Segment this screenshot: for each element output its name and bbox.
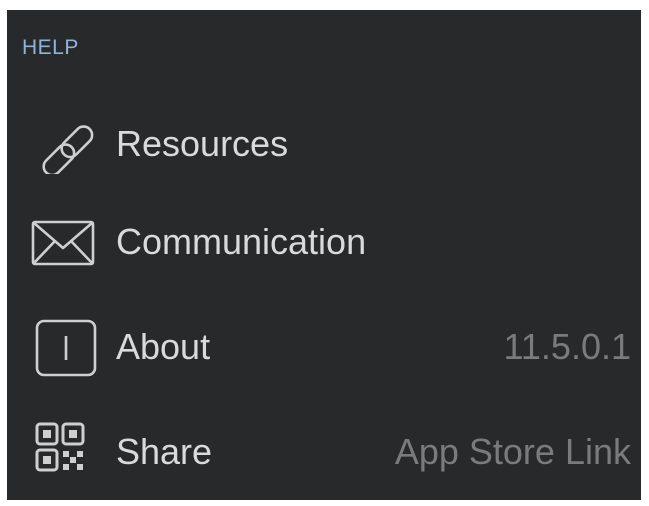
resources-label: Resources [116,123,289,164]
settings-row-resources[interactable]: Resources [7,114,641,174]
communication-label: Communication [116,221,367,262]
app-version-value: 11.5.0.1 [503,326,631,367]
share-label: Share [116,431,213,472]
settings-row-about[interactable]: About 11.5.0.1 [7,317,641,377]
section-header-help: HELP [22,36,79,59]
about-label: About [116,326,211,367]
settings-row-communication[interactable]: Communication [7,212,641,272]
envelope-icon [29,212,97,272]
help-settings-panel: HELP Resources Communication About 11.5.… [7,10,641,500]
app-store-link-value: App Store Link [394,431,631,472]
info-box-icon [29,317,97,377]
link-icon [29,114,97,174]
settings-row-share[interactable]: Share App Store Link [7,422,641,482]
qr-code-icon [29,422,97,482]
